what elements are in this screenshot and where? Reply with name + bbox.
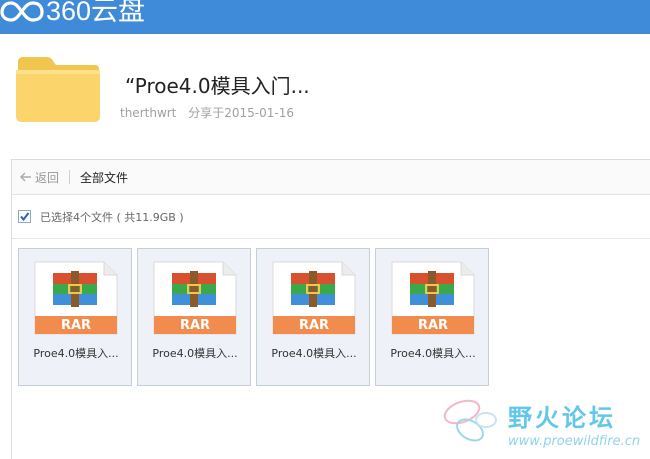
selection-summary: 已选择4个文件 ( 共11.9GB )	[40, 210, 184, 224]
file-tile[interactable]: RAR Proe4.0模具入...	[137, 248, 251, 386]
back-arrow-icon	[20, 172, 31, 182]
file-tile[interactable]: RAR Proe4.0模具入...	[18, 248, 132, 386]
selection-bar: 已选择4个文件 ( 共11.9GB )	[12, 195, 650, 239]
share-header: “Proe4.0模具入门... therthwrt 分享于2015-01-16	[0, 34, 650, 148]
back-button[interactable]: 返回	[20, 169, 59, 186]
file-toolbar: 返回 全部文件	[12, 160, 650, 195]
forum-watermark: 野火论坛 www.proewildfire.cn	[440, 394, 650, 454]
checkmark-icon	[20, 212, 30, 222]
file-name: Proe4.0模具入...	[152, 347, 238, 360]
file-type-badge: RAR	[60, 318, 92, 333]
file-type-badge: RAR	[179, 318, 211, 333]
select-all-checkbox[interactable]	[18, 210, 31, 223]
brand-name: 360云盘	[46, 0, 146, 26]
share-date: 分享于2015-01-16	[188, 106, 294, 120]
toolbar-divider	[69, 170, 71, 184]
share-meta: therthwrt 分享于2015-01-16	[120, 104, 294, 121]
brand-logo[interactable]: 360云盘	[0, 0, 145, 28]
share-user[interactable]: therthwrt	[120, 106, 176, 120]
file-name: Proe4.0模具入...	[33, 347, 119, 360]
folder-icon	[16, 57, 100, 122]
breadcrumb-all-files[interactable]: 全部文件	[80, 169, 128, 186]
watermark-url: www.proewildfire.cn	[508, 434, 641, 449]
file-name: Proe4.0模具入...	[390, 347, 476, 360]
share-title: “Proe4.0模具入门...	[125, 74, 310, 98]
file-type-badge: RAR	[417, 318, 449, 333]
file-name: Proe4.0模具入...	[271, 347, 357, 360]
cloud-infinity-icon	[0, 1, 44, 22]
file-tile[interactable]: RAR Proe4.0模具入...	[256, 248, 370, 386]
flower-logo-icon	[443, 399, 497, 442]
watermark-title: 野火论坛	[508, 404, 616, 432]
top-header-bar: 360云盘	[0, 0, 650, 34]
back-label: 返回	[35, 170, 60, 185]
file-tile[interactable]: RAR Proe4.0模具入...	[375, 248, 489, 386]
file-type-badge: RAR	[298, 318, 330, 333]
